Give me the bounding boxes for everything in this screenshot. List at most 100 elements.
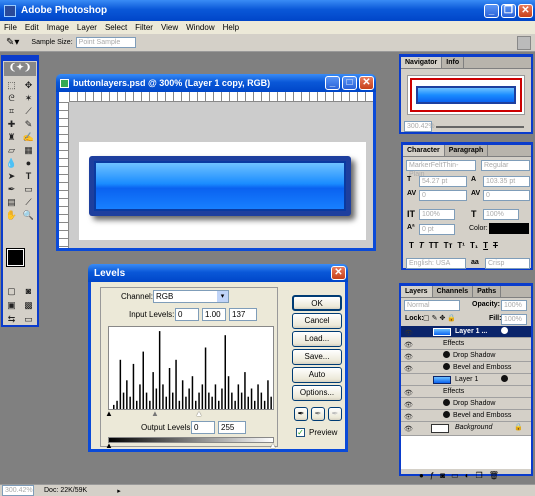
font-size-field[interactable]: 54.27 pt	[419, 176, 467, 187]
quick-mask-icon[interactable]: ◙	[22, 285, 35, 297]
effects-row[interactable]: 👁 Effects	[401, 338, 531, 350]
menu-image[interactable]: Image	[47, 21, 69, 34]
load-button[interactable]: Load...	[292, 331, 342, 347]
layer-row-layer1-copy[interactable]: 👁 Layer 1 ...	[401, 326, 531, 338]
dodge-tool-icon[interactable]: ●	[22, 157, 35, 169]
drop-shadow-row[interactable]: 👁 Drop Shadow	[401, 398, 531, 410]
tab-channels[interactable]: Channels	[433, 286, 474, 297]
move-tool-icon[interactable]: ✥	[22, 79, 35, 91]
layer-row-layer1[interactable]: Layer 1	[401, 374, 531, 386]
input-white-slider[interactable]: ▲	[195, 409, 203, 418]
restore-button[interactable]: ❐	[501, 3, 516, 18]
baseline-field[interactable]: 0 pt	[419, 224, 455, 235]
drop-shadow-row[interactable]: 👁 Drop Shadow	[401, 350, 531, 362]
output-black-slider[interactable]: ▲	[105, 441, 113, 450]
faux-italic-button[interactable]: T	[419, 241, 424, 250]
bevel-emboss-row[interactable]: 👁 Bevel and Emboss	[401, 410, 531, 422]
layer-style-icon[interactable]: ƒ	[430, 471, 434, 480]
tracking-field[interactable]: 0	[483, 190, 530, 201]
horizontal-scale-field[interactable]: 100%	[483, 209, 519, 220]
eraser-tool-icon[interactable]: ▱	[5, 144, 18, 156]
history-brush-icon[interactable]: ✍	[22, 131, 35, 143]
notes-tool-icon[interactable]: ▤	[5, 196, 18, 208]
effects-row[interactable]: 👁 Effects	[401, 386, 531, 398]
menu-view[interactable]: View	[161, 21, 178, 34]
shape-tool-icon[interactable]: ▭	[22, 183, 35, 195]
white-eyedropper-icon[interactable]: ✒	[328, 407, 342, 421]
input-gamma-field[interactable]: 1.00	[202, 308, 226, 321]
leading-field[interactable]: 103.35 pt	[483, 176, 530, 187]
preview-checkbox[interactable]: ✓	[296, 428, 305, 437]
menu-filter[interactable]: Filter	[135, 21, 153, 34]
zoom-slider[interactable]	[436, 125, 524, 128]
layer-mask-icon[interactable]: ◙	[440, 471, 445, 480]
trash-icon[interactable]: 🗑	[489, 471, 499, 480]
bevel-emboss-row[interactable]: 👁 Bevel and Emboss	[401, 362, 531, 374]
kerning-field[interactable]: 0	[419, 190, 467, 201]
anti-alias-select[interactable]: Crisp	[485, 258, 530, 269]
adjustment-layer-icon[interactable]: ◐	[465, 471, 470, 480]
menu-file[interactable]: File	[4, 21, 17, 34]
output-white-slider[interactable]: ▲	[269, 441, 277, 450]
menu-help[interactable]: Help	[223, 21, 239, 34]
eyedropper-icon[interactable]: ✎▾	[6, 37, 19, 48]
brush-tool-icon[interactable]: ✎	[22, 118, 35, 130]
magic-wand-icon[interactable]: ✶	[22, 92, 35, 104]
status-zoom-field[interactable]: 300.42%	[2, 485, 34, 496]
auto-button[interactable]: Auto	[292, 367, 342, 383]
cancel-button[interactable]: Cancel	[292, 313, 342, 329]
ok-button[interactable]: OK	[292, 295, 342, 311]
eyedropper-tool-icon[interactable]: ⟋	[22, 196, 35, 208]
input-gamma-slider[interactable]: ▲	[151, 409, 159, 418]
output-white-field[interactable]: 255	[218, 421, 246, 434]
path-select-icon[interactable]: ➤	[5, 170, 18, 182]
doc-close-button[interactable]: ✕	[359, 76, 374, 90]
visibility-eye-icon[interactable]: 👁	[404, 424, 413, 436]
font-style-select[interactable]: Regular	[481, 160, 530, 171]
hand-tool-icon[interactable]: ✋	[5, 209, 18, 221]
doc-minimize-button[interactable]: _	[325, 76, 340, 90]
lock-icons[interactable]: ▢✎✥🔒	[423, 314, 458, 322]
healing-brush-icon[interactable]: ✚	[5, 118, 18, 130]
marquee-tool-icon[interactable]: ⬚	[5, 79, 18, 91]
opacity-field[interactable]: 100%	[501, 300, 527, 311]
text-color-swatch[interactable]	[489, 223, 529, 234]
link-layers-icon[interactable]: ●	[419, 471, 424, 480]
slice-tool-icon[interactable]: ⟋	[22, 105, 35, 117]
new-set-icon[interactable]: ▭	[451, 471, 459, 480]
underline-button[interactable]: T	[483, 241, 488, 250]
new-layer-icon[interactable]: ❐	[476, 471, 483, 480]
menu-layer[interactable]: Layer	[77, 21, 97, 34]
input-white-field[interactable]: 137	[229, 308, 257, 321]
minimize-button[interactable]: _	[484, 3, 499, 18]
sample-size-select[interactable]: Point Sample	[75, 37, 136, 48]
output-black-field[interactable]: 0	[191, 421, 215, 434]
channel-select[interactable]: RGB ▾	[153, 290, 229, 303]
black-eyedropper-icon[interactable]: ✒	[294, 407, 308, 421]
foreground-color-swatch[interactable]	[6, 248, 25, 267]
crop-tool-icon[interactable]: ⌗	[5, 105, 18, 117]
menu-select[interactable]: Select	[105, 21, 127, 34]
screen-mode-icon[interactable]: ▣	[5, 299, 18, 311]
layer-row-background[interactable]: 👁 Background 🔒	[401, 422, 531, 436]
close-button[interactable]: ✕	[518, 3, 533, 18]
doc-maximize-button[interactable]: □	[342, 76, 357, 90]
strikethrough-button[interactable]: T	[493, 241, 498, 250]
gray-eyedropper-icon[interactable]: ✒	[311, 407, 325, 421]
tab-info[interactable]: Info	[442, 57, 465, 68]
tab-paths[interactable]: Paths	[473, 286, 502, 297]
gradient-tool-icon[interactable]: ▦	[22, 144, 35, 156]
standard-mode-icon[interactable]: ▢	[5, 285, 18, 297]
status-arrow-icon[interactable]: ▸	[117, 487, 121, 495]
navigator-zoom-field[interactable]: 300.42%	[404, 121, 435, 132]
palette-well[interactable]	[517, 35, 531, 50]
faux-bold-button[interactable]: T	[409, 241, 414, 250]
type-tool-icon[interactable]: T	[22, 170, 35, 182]
options-button[interactable]: Options...	[292, 385, 342, 401]
superscript-button[interactable]: T¹	[457, 241, 465, 250]
menu-window[interactable]: Window	[186, 21, 214, 34]
lasso-tool-icon[interactable]: ᘓ	[5, 92, 18, 104]
blend-mode-select[interactable]: Normal	[404, 300, 460, 311]
tab-paragraph[interactable]: Paragraph	[445, 145, 489, 156]
tab-navigator[interactable]: Navigator	[401, 57, 443, 68]
